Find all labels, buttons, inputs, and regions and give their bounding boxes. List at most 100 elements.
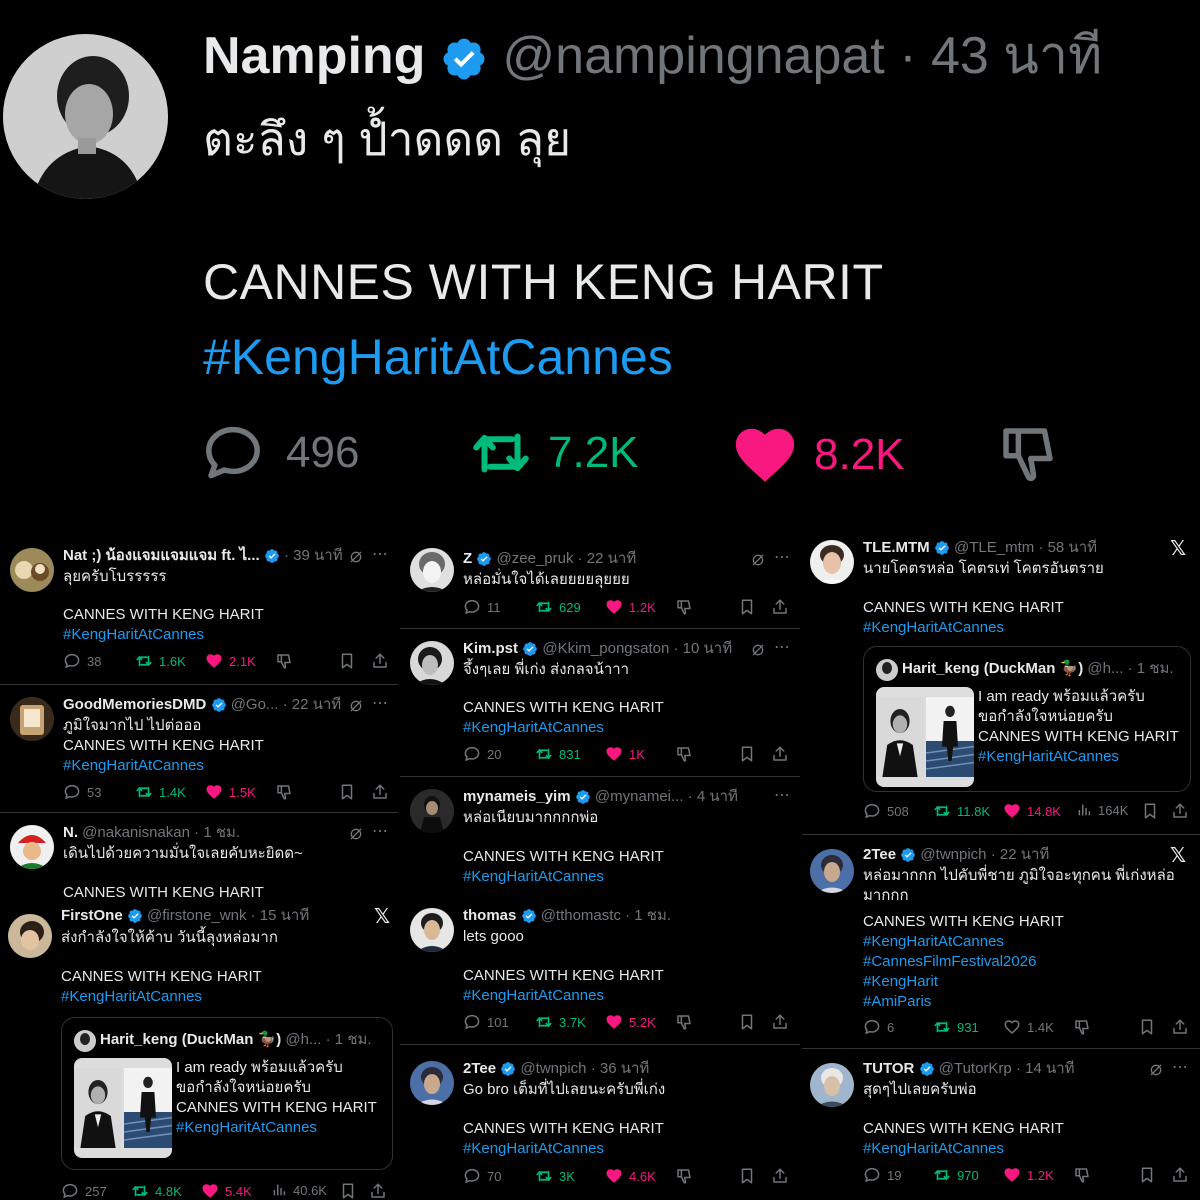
- retweet-button[interactable]: 1.4K: [135, 783, 186, 801]
- tweet-card[interactable]: mynameis_yim @mynamei... · 4 นาที ⋯ หล่อ…: [400, 777, 800, 890]
- hashtag-link[interactable]: #KengHaritAtCannes: [203, 325, 673, 389]
- reply-button[interactable]: 508: [863, 802, 909, 820]
- like-button[interactable]: 1.2K: [1003, 1166, 1054, 1184]
- timestamp[interactable]: · 15 นาที: [251, 907, 310, 924]
- hashtag-link[interactable]: #KengHaritAtCannes: [63, 625, 204, 645]
- reply-button[interactable]: 53: [63, 783, 101, 801]
- downvote-button[interactable]: [675, 1013, 693, 1031]
- hashtag-link[interactable]: #KengHaritAtCannes: [863, 618, 1004, 638]
- grok-icon[interactable]: [348, 826, 364, 842]
- more-icon[interactable]: ⋯: [372, 821, 389, 841]
- grok-icon[interactable]: [1148, 1062, 1164, 1078]
- bookmark-button[interactable]: [738, 598, 756, 616]
- avatar[interactable]: [10, 697, 54, 741]
- downvote-button[interactable]: [675, 1167, 693, 1185]
- author-handle[interactable]: @firstone_wnk: [147, 907, 246, 924]
- like-button[interactable]: 14.8K: [1003, 802, 1061, 820]
- avatar[interactable]: [8, 914, 52, 958]
- bookmark-button[interactable]: [738, 1167, 756, 1185]
- author-name[interactable]: 2Tee: [863, 846, 896, 863]
- reply-button[interactable]: 19: [863, 1166, 901, 1184]
- author-handle[interactable]: @nampingnapat: [502, 27, 884, 85]
- downvote-button[interactable]: [1073, 1166, 1091, 1184]
- avatar[interactable]: [10, 825, 54, 869]
- retweet-button[interactable]: 831: [535, 745, 581, 763]
- views-button[interactable]: 164K: [1076, 802, 1128, 818]
- reply-button[interactable]: 101: [463, 1013, 509, 1031]
- downvote-button[interactable]: [675, 598, 693, 616]
- tweet-card[interactable]: Kim.pst @Kkim_pongsaton · 10 นาที ⋯ จึ้ง…: [400, 629, 800, 777]
- tweet-card[interactable]: 2Tee @twnpich · 36 นาที Go bro เต็มที่ไป…: [400, 1045, 800, 1200]
- timestamp[interactable]: · 36 นาที: [591, 1060, 650, 1077]
- downvote-button[interactable]: [275, 783, 293, 801]
- hashtag-link[interactable]: #KengHarit: [863, 972, 938, 992]
- author-name[interactable]: TUTOR: [863, 1060, 914, 1077]
- timestamp[interactable]: · 39 นาที: [284, 547, 343, 564]
- tweet-card[interactable]: TLE.MTM @TLE_mtm · 58 นาที 𝕏 นายโคตรหล่อ…: [802, 522, 1200, 835]
- tweet-card[interactable]: Z @zee_pruk · 22 นาที ⋯ หล่อมั่นใจได้เลย…: [400, 532, 800, 629]
- bookmark-button[interactable]: [338, 652, 356, 670]
- author-name[interactable]: N.: [63, 824, 78, 841]
- more-icon[interactable]: ⋯: [774, 785, 791, 805]
- avatar[interactable]: [410, 789, 454, 833]
- like-button[interactable]: 2.1K: [205, 652, 256, 670]
- more-icon[interactable]: ⋯: [1172, 1057, 1189, 1077]
- more-icon[interactable]: ⋯: [372, 544, 389, 564]
- hashtag-link[interactable]: #KengHaritAtCannes: [463, 867, 604, 887]
- avatar[interactable]: [810, 540, 854, 584]
- author-handle[interactable]: @Kkim_pongsaton: [542, 640, 669, 657]
- author-handle[interactable]: @TutorKrp: [939, 1060, 1012, 1077]
- like-button[interactable]: 1.5K: [205, 783, 256, 801]
- reply-button[interactable]: 11: [463, 598, 501, 616]
- bookmark-button[interactable]: [1138, 1018, 1156, 1036]
- retweet-button[interactable]: 3.7K: [535, 1013, 586, 1031]
- grok-icon[interactable]: [348, 698, 364, 714]
- grok-icon[interactable]: [348, 549, 364, 565]
- retweet-button[interactable]: 931: [933, 1018, 979, 1036]
- tweet-card[interactable]: thomas @tthomastc · 1 ชม. lets gooo CANN…: [400, 896, 800, 1045]
- like-button[interactable]: 8.2K: [730, 420, 905, 490]
- author-name[interactable]: Kim.pst: [463, 640, 518, 657]
- more-icon[interactable]: ⋯: [774, 547, 791, 567]
- like-button[interactable]: 1.2K: [605, 598, 656, 616]
- author-name[interactable]: Nat ;) น้องแจมแจมแจม ft. ไ...: [63, 547, 260, 564]
- grok-icon[interactable]: [750, 552, 766, 568]
- tweet-card[interactable]: FirstOne @firstone_wnk · 15 นาที 𝕏 ส่งกำ…: [0, 906, 398, 1200]
- avatar[interactable]: [810, 849, 854, 893]
- downvote-button[interactable]: [675, 745, 693, 763]
- bookmark-button[interactable]: [738, 1013, 756, 1031]
- downvote-button[interactable]: [995, 420, 1061, 486]
- timestamp[interactable]: · 22 นาที: [283, 696, 342, 713]
- share-button[interactable]: [371, 783, 389, 801]
- avatar[interactable]: [410, 548, 454, 592]
- views-button[interactable]: 40.6K: [271, 1182, 327, 1198]
- more-icon[interactable]: ⋯: [372, 693, 389, 713]
- quoted-tweet[interactable]: Harit_keng (DuckMan 🦆) @h... · 1 ชม. I a…: [61, 1017, 393, 1170]
- hashtag-link[interactable]: #CannesFilmFestival2026: [863, 952, 1036, 972]
- timestamp[interactable]: · 1 ชม.: [194, 824, 240, 841]
- share-button[interactable]: [771, 1013, 789, 1031]
- reply-button[interactable]: 496: [200, 420, 359, 486]
- author-name[interactable]: Z: [463, 550, 472, 567]
- bookmark-button[interactable]: [1141, 802, 1159, 820]
- author-handle[interactable]: @Go...: [231, 696, 279, 713]
- share-button[interactable]: [771, 745, 789, 763]
- avatar[interactable]: [810, 1063, 854, 1107]
- more-icon[interactable]: ⋯: [774, 637, 791, 657]
- hashtag-link[interactable]: #KengHaritAtCannes: [463, 986, 604, 1006]
- like-button[interactable]: 1K: [605, 745, 645, 763]
- timestamp[interactable]: · 22 นาที: [991, 846, 1050, 863]
- share-button[interactable]: [369, 1182, 387, 1200]
- reply-button[interactable]: 257: [61, 1182, 107, 1200]
- avatar[interactable]: [10, 548, 54, 592]
- share-button[interactable]: [1171, 802, 1189, 820]
- hashtag-link[interactable]: #KengHaritAtCannes: [61, 987, 202, 1007]
- share-button[interactable]: [771, 598, 789, 616]
- hashtag-link[interactable]: #KengHaritAtCannes: [463, 718, 604, 738]
- bookmark-button[interactable]: [339, 1182, 357, 1200]
- retweet-button[interactable]: 7.2K: [468, 420, 639, 486]
- timestamp[interactable]: · 58 นาที: [1038, 539, 1097, 556]
- hashtag-link[interactable]: #KengHaritAtCannes: [863, 1139, 1004, 1159]
- author-name[interactable]: thomas: [463, 907, 516, 924]
- author-name[interactable]: TLE.MTM: [863, 539, 930, 556]
